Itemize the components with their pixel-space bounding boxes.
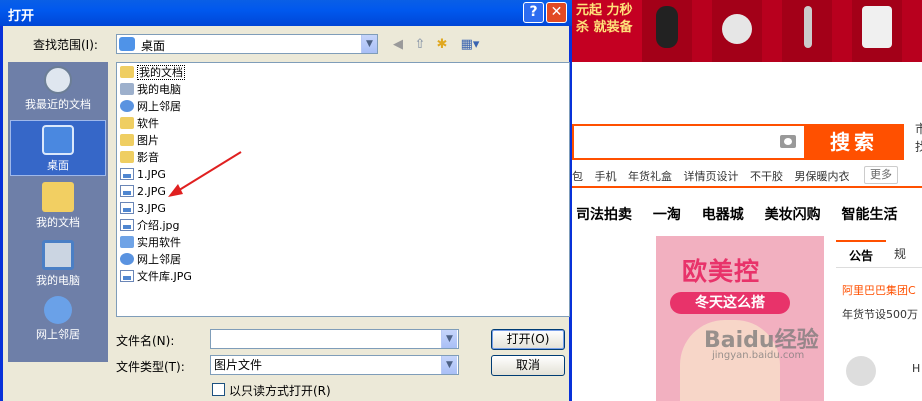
red-arrow-annotation [168,151,242,197]
